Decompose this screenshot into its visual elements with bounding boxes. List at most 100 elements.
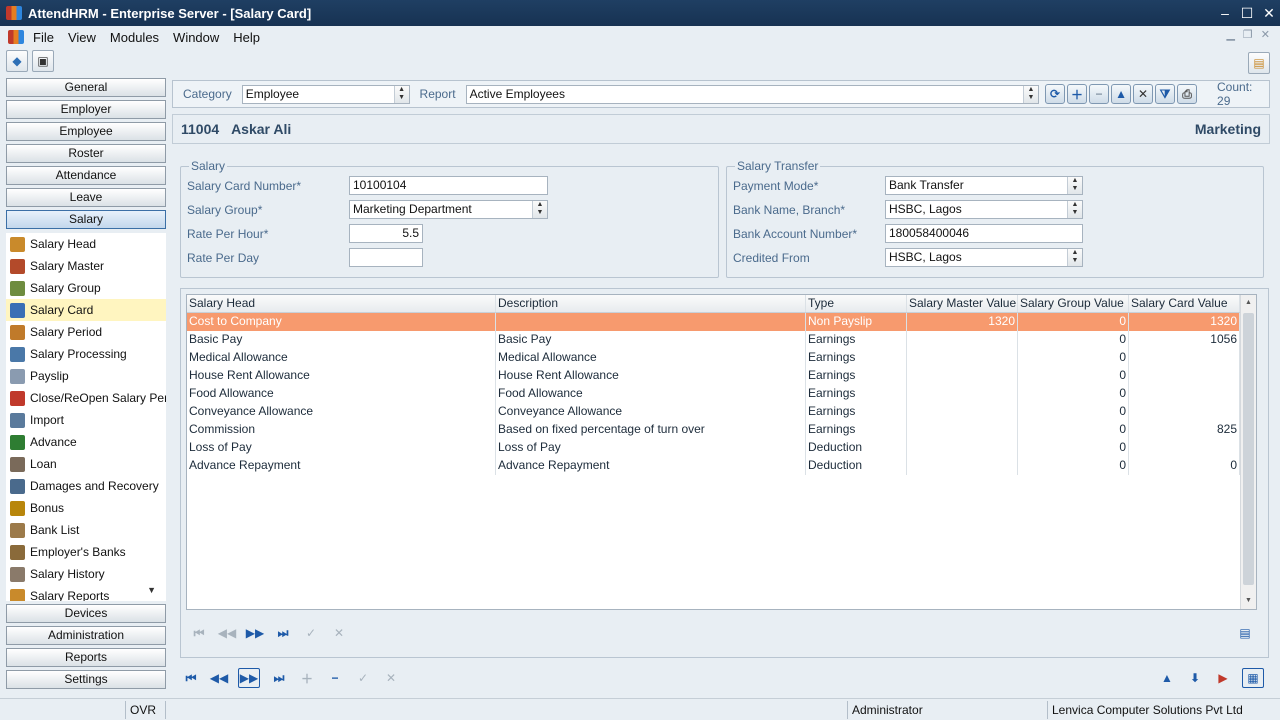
table-cell[interactable]: 0: [1018, 421, 1129, 439]
excel-icon[interactable]: ✕: [1133, 84, 1154, 104]
mdi-restore-icon[interactable]: ❐: [1243, 28, 1253, 41]
table-cell[interactable]: Food Allowance: [187, 385, 496, 403]
rate-per-hour-field[interactable]: 5.5: [349, 224, 423, 243]
sidebar-button-reports[interactable]: Reports: [6, 648, 166, 667]
table-cell[interactable]: Earnings: [806, 421, 907, 439]
table-cell[interactable]: Medical Allowance: [187, 349, 496, 367]
table-cell[interactable]: Loss of Pay: [496, 439, 806, 457]
table-cell[interactable]: [907, 439, 1018, 457]
refresh-icon[interactable]: ⟳: [1045, 84, 1066, 104]
credited-from-select[interactable]: HSBC, Lagos ▲ ▼: [885, 248, 1083, 267]
table-cell[interactable]: 825: [1129, 421, 1240, 439]
menu-view[interactable]: View: [61, 30, 103, 45]
table-row[interactable]: Medical Allowance Medical Allowance Earnin…: [187, 349, 1256, 367]
sidebar-button-general[interactable]: General: [6, 78, 166, 97]
sidebar-button-leave[interactable]: Leave: [6, 188, 166, 207]
delete-icon[interactable]: −: [326, 669, 344, 687]
salary-card-number-field[interactable]: 10100104: [349, 176, 548, 195]
spin-icon[interactable]: ▲ ▼: [1067, 177, 1082, 194]
table-cell[interactable]: Advance Repayment: [187, 457, 496, 475]
close-icon[interactable]: ✕: [1258, 0, 1280, 26]
screen-settings-icon[interactable]: ▤: [1248, 52, 1270, 74]
app-menu-icon[interactable]: [8, 30, 24, 44]
sidebar-item-salary-group[interactable]: Salary Group: [6, 277, 166, 299]
sidebar-item-import[interactable]: Import: [6, 409, 166, 431]
table-cell[interactable]: [1129, 385, 1240, 403]
book-icon[interactable]: ◆: [6, 50, 28, 72]
first-icon[interactable]: ⏮: [182, 669, 200, 687]
move-up-icon[interactable]: ▲: [1158, 669, 1176, 687]
table-cell[interactable]: Food Allowance: [496, 385, 806, 403]
table-cell[interactable]: [1129, 349, 1240, 367]
table-cell[interactable]: 0: [1129, 457, 1240, 475]
grid-view-icon[interactable]: ▦: [1242, 668, 1264, 688]
sidebar-item-bank-list[interactable]: Bank List: [6, 519, 166, 541]
table-cell[interactable]: 0: [1018, 367, 1129, 385]
bank-name-select[interactable]: HSBC, Lagos ▲ ▼: [885, 200, 1083, 219]
sidebar-button-devices[interactable]: Devices: [6, 604, 166, 623]
table-cell[interactable]: [1129, 439, 1240, 457]
discard-icon[interactable]: ✕: [382, 669, 400, 687]
spin-icon[interactable]: ▲ ▼: [1067, 201, 1082, 218]
table-cell[interactable]: Basic Pay: [187, 331, 496, 349]
sidebar-item-employer-s-banks[interactable]: Employer's Banks: [6, 541, 166, 563]
sidebar-item-salary-history[interactable]: Salary History: [6, 563, 166, 585]
table-row[interactable]: Basic Pay Basic Pay Earnings 0 1056: [187, 331, 1256, 349]
sidebar-item-payslip[interactable]: Payslip: [6, 365, 166, 387]
menu-help[interactable]: Help: [226, 30, 267, 45]
add-icon[interactable]: ＋: [1067, 84, 1088, 104]
grid-scrollbar[interactable]: ▲ ▼: [1240, 295, 1256, 609]
remove-icon[interactable]: −: [1089, 84, 1110, 104]
sidebar-button-attendance[interactable]: Attendance: [6, 166, 166, 185]
sidebar-item-salary-master[interactable]: Salary Master: [6, 255, 166, 277]
column-header[interactable]: Salary Head: [187, 295, 496, 312]
table-row[interactable]: Loss of Pay Loss of Pay Deduction 0: [187, 439, 1256, 457]
table-cell[interactable]: Earnings: [806, 349, 907, 367]
collapse-icon[interactable]: ▲: [1111, 84, 1132, 104]
next-page-icon[interactable]: ▶▶: [246, 624, 264, 642]
table-cell[interactable]: [907, 349, 1018, 367]
table-cell[interactable]: 0: [1018, 439, 1129, 457]
table-cell[interactable]: [907, 403, 1018, 421]
menu-modules[interactable]: Modules: [103, 30, 166, 45]
sidebar-item-advance[interactable]: Advance: [6, 431, 166, 453]
print-icon[interactable]: ⎙: [1177, 84, 1198, 104]
table-cell[interactable]: 1320: [1129, 313, 1240, 331]
cancel-icon[interactable]: ✕: [330, 624, 348, 642]
sidebar-item-damages-and-recovery[interactable]: Damages and Recovery: [6, 475, 166, 497]
table-cell[interactable]: [907, 457, 1018, 475]
table-cell[interactable]: [907, 331, 1018, 349]
minimize-icon[interactable]: –: [1214, 0, 1236, 26]
table-cell[interactable]: House Rent Allowance: [187, 367, 496, 385]
table-cell[interactable]: Conveyance Allowance: [187, 403, 496, 421]
table-cell[interactable]: Earnings: [806, 331, 907, 349]
table-cell[interactable]: 0: [1018, 331, 1129, 349]
previous-icon[interactable]: ◀◀: [210, 669, 228, 687]
table-cell[interactable]: Medical Allowance: [496, 349, 806, 367]
table-row[interactable]: Cost to Company Non Payslip 1320 0 1320: [187, 313, 1256, 331]
insert-icon[interactable]: ＋: [298, 669, 316, 687]
column-header[interactable]: Type: [806, 295, 907, 312]
last-icon[interactable]: ⏭: [270, 669, 288, 687]
menu-window[interactable]: Window: [166, 30, 226, 45]
table-cell[interactable]: Earnings: [806, 367, 907, 385]
sidebar-item-salary-processing[interactable]: Salary Processing: [6, 343, 166, 365]
rate-per-day-field[interactable]: [349, 248, 423, 267]
sidebar-item-close-reopen-salary-per[interactable]: Close/ReOpen Salary Per...: [6, 387, 166, 409]
column-header[interactable]: Salary Master Value: [907, 295, 1018, 312]
next-icon[interactable]: ▶▶: [238, 668, 260, 688]
sidebar-button-roster[interactable]: Roster: [6, 144, 166, 163]
table-cell[interactable]: Commission: [187, 421, 496, 439]
table-cell[interactable]: Cost to Company: [187, 313, 496, 331]
list-scroll-down-icon[interactable]: ▼: [147, 585, 156, 595]
table-cell[interactable]: Deduction: [806, 439, 907, 457]
table-cell[interactable]: [907, 421, 1018, 439]
table-cell[interactable]: [907, 367, 1018, 385]
sidebar-item-salary-card[interactable]: Salary Card: [6, 299, 166, 321]
table-cell[interactable]: Loss of Pay: [187, 439, 496, 457]
spin-icon[interactable]: ▲ ▼: [393, 85, 409, 103]
report-select[interactable]: Active Employees ▲ ▼: [465, 84, 1040, 104]
export-icon[interactable]: ▶: [1214, 669, 1232, 687]
table-cell[interactable]: Basic Pay: [496, 331, 806, 349]
salary-heads-grid[interactable]: Salary Head Description Type Salary Master …: [186, 294, 1257, 610]
